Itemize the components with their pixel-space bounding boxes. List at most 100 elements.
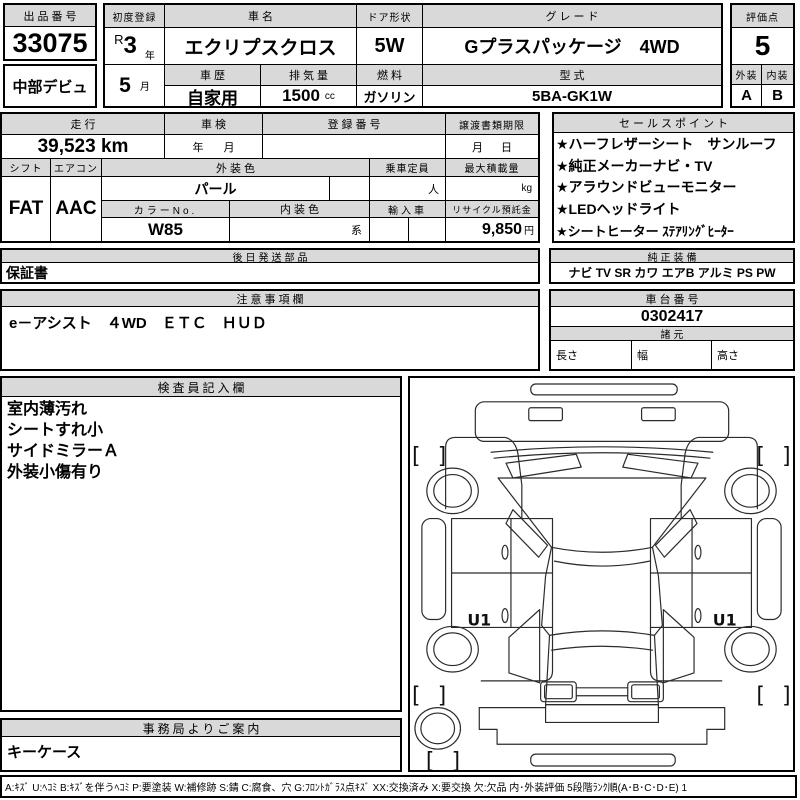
- venue-name: 中部デビュ: [12, 78, 88, 96]
- door-handle-right-rear: [694, 608, 702, 624]
- rear-lower-panel: [544, 704, 659, 724]
- rear-quarter-left: [480, 626, 554, 682]
- spec-height-label: 高さ: [717, 350, 739, 362]
- bracket-mark: ]: [452, 749, 461, 770]
- lot-box: 出品番号 33075: [3, 3, 97, 61]
- inspector-notes-body: 室内薄汚れ シートすれ小 サイドミラーＡ 外装小傷有り: [2, 399, 400, 483]
- first-reg-month: 5 月: [105, 65, 165, 106]
- interior-grade-value: B: [772, 87, 783, 104]
- sales-point-item: ★アラウンドビューモニター: [556, 179, 737, 196]
- damage-mark-u1-left: U1: [467, 610, 491, 629]
- front-panel: [474, 401, 730, 442]
- spec-width-label: 幅: [632, 341, 712, 369]
- first-reg-label: 初度登録: [105, 5, 165, 28]
- sales-points-label: セールスポイント: [554, 114, 793, 133]
- legend-box: A:ｷｽﾞ U:ﾍｺﾐ B:ｷｽﾞを伴うﾍｺﾐ P:要塗装 W:補修跡 S:錆 …: [0, 775, 797, 798]
- shift-label: シフト: [2, 159, 51, 177]
- grade-label: グレード: [423, 5, 721, 28]
- cautions-box: 注意事項欄 e－アシスト ４WD ＥＴＣ ＨＵＤ: [0, 289, 540, 371]
- lot-label: 出品番号: [5, 5, 95, 27]
- sales-points-box: セールスポイント ★ハーフレザーシート サンルーフ ★純正メーカーナビ・TV ★…: [552, 112, 795, 243]
- model-code-value: 5BA-GK1W: [531, 87, 612, 105]
- sales-points-list: ★ハーフレザーシート サンルーフ ★純正メーカーナビ・TV ★アラウンドビューモ…: [554, 133, 793, 241]
- spare-wheel-inner: [420, 712, 456, 745]
- rear-right-wheel-inner: [731, 632, 770, 667]
- displacement-label: 排気量: [261, 65, 357, 86]
- exterior-grade-label: 外装: [732, 65, 762, 85]
- auction-sheet: 出品番号 33075 中部デビュ 初度登録 R 3 年 5 月 車名 エクリプス…: [0, 0, 800, 800]
- roof-side-right: [651, 546, 663, 636]
- office-info-box: 事務局よりご案内 キーケース: [0, 718, 402, 772]
- grade-value: Gプラスパッケージ 4WD: [423, 28, 721, 65]
- registration-no-value: [263, 135, 446, 159]
- spec-length-label: 長さ: [551, 341, 632, 369]
- model-code-label: 型式: [423, 65, 721, 86]
- aircon-value: AAC: [51, 177, 102, 241]
- max-load-label: 最大積載量: [446, 159, 538, 177]
- rear-bumper-strip: [530, 753, 676, 767]
- fuel-value: ガソリン: [357, 86, 423, 106]
- genuine-equipment-label: 純正装備: [551, 250, 793, 263]
- taillight-left-inner: [544, 684, 573, 700]
- rear-quarter-right: [649, 626, 723, 682]
- inspector-notes-box: 検査員記入欄 室内薄汚れ シートすれ小 サイドミラーＡ 外装小傷有り: [0, 376, 402, 712]
- bracket-mark: [: [412, 684, 421, 709]
- first-reg-era: R: [114, 32, 124, 47]
- later-shipping-label: 後日発送部品: [2, 250, 538, 263]
- displacement-unit: cc: [324, 90, 335, 102]
- recycle-value: 9,850 円: [446, 218, 538, 241]
- tailgate: [544, 630, 659, 706]
- headlight-right: [640, 407, 676, 422]
- spare-wheel: [414, 707, 462, 750]
- bracket-mark: ]: [438, 444, 447, 469]
- rocker-panel-right: [756, 517, 782, 621]
- color-no-label: カラーNo.: [102, 201, 230, 218]
- taillight-bar: [575, 687, 629, 697]
- rating-box: 評価点 5 外装 内装 A B: [730, 3, 795, 108]
- taillight-right-inner: [631, 684, 660, 700]
- transfer-day-unit: 日: [501, 141, 512, 154]
- venue-box: 中部デビュ: [3, 64, 97, 108]
- transfer-deadline-value: 月 日: [446, 135, 538, 159]
- transfer-deadline-label: 譲渡書類期限: [446, 114, 538, 135]
- legend-text: A:ｷｽﾞ U:ﾍｺﾐ B:ｷｽﾞを伴うﾍｺﾐ P:要塗装 W:補修跡 S:錆 …: [5, 783, 688, 794]
- capacity-label: 乗車定員: [370, 159, 446, 177]
- bracket-mark: [: [426, 749, 435, 770]
- car-diagram-box: [ ] [ ] [ ] [ ] [ ] U1 U1: [408, 376, 795, 774]
- condition-box: 走行 39,523 km 車検 年 月 登録番号 譲渡書類期限 月 日 シフト …: [0, 112, 540, 243]
- inspector-note-line: 外装小傷有り: [7, 464, 104, 481]
- cowl-line: [490, 446, 714, 453]
- roof-front-line: [553, 560, 651, 567]
- interior-color-label: 内装色: [230, 201, 370, 218]
- import-cell-2: [409, 218, 446, 241]
- sales-point-item: ★ハーフレザーシート サンルーフ: [556, 135, 777, 152]
- inspector-notes-label: 検査員記入欄: [2, 378, 400, 397]
- lot-number: 33075: [12, 27, 88, 58]
- first-reg-year-num: 3: [123, 32, 137, 59]
- bracket-mark: [: [412, 444, 421, 469]
- displacement-number: 1500: [282, 86, 320, 105]
- bracket-mark: ]: [438, 684, 447, 709]
- mileage-value: 39,523 km: [2, 135, 165, 159]
- bracket-mark: [: [756, 444, 765, 469]
- door-shape-label: ドア形状: [357, 5, 423, 28]
- history-label: 車歴: [165, 65, 261, 86]
- sales-point-item: ★シートヒーター ｽﾃｱﾘﾝｸﾞﾋｰﾀｰ: [556, 224, 734, 240]
- genuine-equipment-value: ナビ TV SR カワ エアB アルミ PS PW: [568, 266, 776, 280]
- interior-color-value: 系: [230, 218, 370, 241]
- score-value: 5: [732, 28, 793, 65]
- color-no-value: W85: [102, 218, 230, 241]
- c-pillar-left: [508, 609, 541, 684]
- later-shipping-box: 後日発送部品 保証書: [0, 248, 540, 284]
- door-handle-right-front: [694, 544, 702, 560]
- registration-no-label: 登録番号: [263, 114, 446, 135]
- headlight-left: [528, 407, 564, 422]
- vehicle-info-box: 初度登録 R 3 年 5 月 車名 エクリプスクロス ドア形状 5W グレード …: [103, 3, 723, 108]
- import-label: 輸入車: [370, 201, 446, 218]
- rear-glass-line: [550, 645, 654, 651]
- genuine-equipment-box: 純正装備 ナビ TV SR カワ エアB アルミ PS PW: [549, 248, 795, 284]
- front-bumper-strip: [530, 383, 678, 396]
- recycle-unit: 円: [524, 226, 534, 237]
- mileage-label: 走行: [2, 114, 165, 135]
- car-diagram: [ ] [ ] [ ] [ ] [ ] U1 U1: [412, 383, 791, 774]
